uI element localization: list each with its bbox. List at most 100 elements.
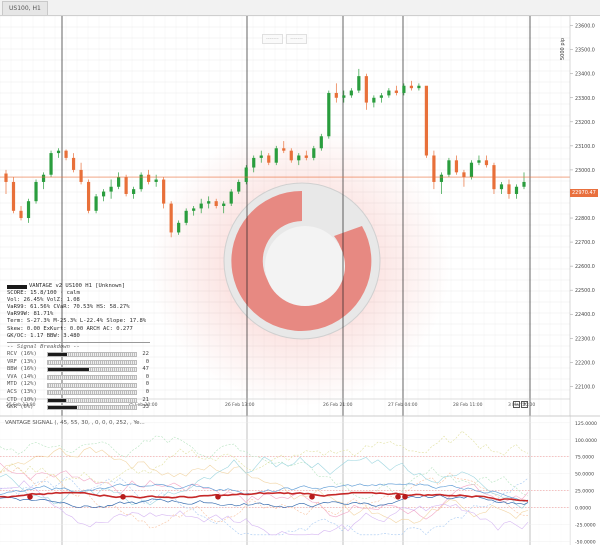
candle xyxy=(484,155,489,168)
breakdown-label: VRF (13%) xyxy=(7,358,37,365)
breakdown-bar xyxy=(47,382,137,388)
price-tick-label: 23500.0 xyxy=(575,48,595,54)
toolbar-button-2[interactable]: ------- xyxy=(286,34,307,44)
price-tick-label: 22400.0 xyxy=(575,312,595,318)
breakdown-value: 22 xyxy=(142,351,149,358)
candle xyxy=(4,169,8,194)
price-tick-label: 22300.0 xyxy=(575,336,595,342)
price-tick-label: 22100.0 xyxy=(575,384,595,390)
breakdown-bar-fill xyxy=(48,353,68,357)
panel-color-box xyxy=(7,284,27,289)
signal-dot xyxy=(120,493,126,500)
candle xyxy=(424,85,429,158)
zoom-controls[interactable]: − + xyxy=(513,401,529,408)
breakdown-list: RCV (16%) 22 VRF (13%) 0 BBW (16%) 47 VVA (14%… xyxy=(7,351,150,412)
zoom-out-button[interactable]: − xyxy=(513,401,520,408)
candle xyxy=(379,92,383,103)
candle xyxy=(229,189,233,206)
breakdown-bar-fill xyxy=(48,406,78,410)
price-tick-label: 22600.0 xyxy=(575,264,595,270)
time-tick-label: 26 Feb 13:00 xyxy=(225,402,255,408)
zoom-in-button[interactable]: + xyxy=(521,401,528,408)
signal-dot xyxy=(395,493,401,500)
signal-dot xyxy=(402,493,408,500)
candle xyxy=(124,174,128,197)
signal-dot xyxy=(215,493,221,500)
indicator-tick-label: 100.0000 xyxy=(575,438,597,444)
breakdown-value: 33 xyxy=(142,404,149,411)
candle xyxy=(387,88,391,98)
candle xyxy=(462,169,466,187)
breakdown-row: RCV (16%) 22 xyxy=(7,351,150,359)
candle xyxy=(274,145,278,166)
time-tick-label: 26 Feb 21:00 xyxy=(323,402,353,408)
price-axis: 23600.0 23500.0 23400.0 23300.0 23200.0 23100… xyxy=(569,16,600,545)
time-tick-label: 28 Feb 11:00 xyxy=(453,402,483,408)
breakdown-bar-fill xyxy=(48,368,90,372)
candle xyxy=(79,162,83,185)
candle xyxy=(477,155,481,166)
price-tick-label: 23200.0 xyxy=(575,120,595,126)
price-chart[interactable]: 23600.0 23500.0 23400.0 23300.0 23200.0 23100… xyxy=(0,16,600,545)
breakdown-bar xyxy=(47,374,137,380)
candle xyxy=(372,95,376,108)
price-tick-label: 23000.0 xyxy=(575,168,595,174)
breakdown-row: VRF (13%) 0 xyxy=(7,358,150,366)
candle xyxy=(56,148,61,158)
breakdown-value: 0 xyxy=(145,373,149,380)
candle xyxy=(49,150,53,178)
indicator-tick-label: 75.0000 xyxy=(575,455,594,461)
candle xyxy=(64,149,68,161)
chart-area[interactable]: 23600.0 23500.0 23400.0 23300.0 23200.0 23100… xyxy=(0,16,600,545)
breakdown-row: GKR (6%) 33 xyxy=(7,404,150,412)
breakdown-label: RCV (16%) xyxy=(7,351,37,358)
candle xyxy=(244,165,248,185)
candle xyxy=(522,172,526,190)
candle xyxy=(349,88,353,98)
breakdown-value: 0 xyxy=(145,389,149,396)
candle xyxy=(11,177,16,214)
panel-line: VaR99: 61.56% CVaR: 70.53% HS: 58.27% xyxy=(7,304,130,311)
candle xyxy=(117,172,121,190)
panel-line: VaR99W: 81.71% xyxy=(7,311,54,318)
breakdown-bar xyxy=(47,390,137,396)
price-tick-label: 23400.0 xyxy=(575,72,595,78)
indicator-tick-label: 0.0000 xyxy=(575,506,591,512)
candle xyxy=(169,201,173,238)
indicator-tick-label: -50.0000 xyxy=(575,540,596,545)
candle xyxy=(417,83,421,91)
toolbar-button-1[interactable]: ------- xyxy=(262,34,283,44)
breakdown-row: MTD (12%) 0 xyxy=(7,381,150,389)
panel-line: Vol: 26.45% VolZ: 1.08 xyxy=(7,297,80,304)
pip-label: 5000 pip xyxy=(560,37,566,60)
breakdown-title: -- Signal Breakdown -- xyxy=(7,343,80,350)
candle xyxy=(319,133,323,151)
candle xyxy=(34,179,38,204)
candle xyxy=(454,155,459,175)
info-panel: VANTAGE v2 US100 H1 [Unknown] SCORE: 15.… xyxy=(7,283,150,412)
signal-dot xyxy=(27,493,33,500)
indicator-title: VANTAGE SIGNAL (, 45, 55, 30, , 0, 0, 0,… xyxy=(5,420,145,426)
breakdown-row: VVA (14%) 0 xyxy=(7,374,150,382)
candle xyxy=(439,172,444,194)
candle xyxy=(162,177,166,209)
chart-tab-bar: US100, H1 xyxy=(0,0,600,16)
breakdown-row: BBW (16%) 47 xyxy=(7,366,150,374)
indicator-tick-label: -25.0000 xyxy=(575,523,596,529)
breakdown-bar xyxy=(47,352,137,358)
panel-line: SCORE: 15.8/100 · calm xyxy=(7,290,80,297)
price-tick-label: 22200.0 xyxy=(575,360,595,366)
candle xyxy=(409,80,413,91)
indicator-panel: 125.0000 100.0000 75.0000 50.0000 25.0000 0.0… xyxy=(0,415,600,545)
breakdown-bar xyxy=(47,359,137,365)
tab-us100-h1[interactable]: US100, H1 xyxy=(2,1,48,15)
candle xyxy=(447,157,451,178)
candle xyxy=(132,186,136,199)
panel-header: VANTAGE v2 US100 H1 [Unknown] xyxy=(29,283,126,289)
chart-toolbar-strip[interactable]: ------- ------- xyxy=(262,34,309,44)
price-axis-bg xyxy=(570,16,600,545)
candle xyxy=(86,179,91,214)
panel-line: Skew: 0.00 ExKurt: 0.00 ARCH AC: 0.277 xyxy=(7,325,133,332)
price-tick-label: 23100.0 xyxy=(575,144,595,150)
candle xyxy=(507,179,511,199)
